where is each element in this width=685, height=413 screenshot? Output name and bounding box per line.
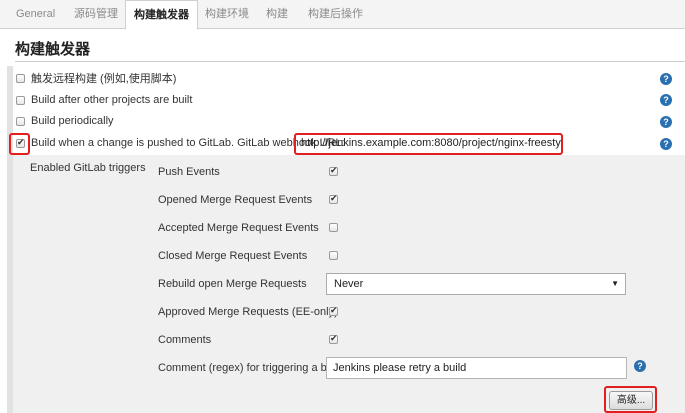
- trigger-periodic-label: Build periodically: [31, 115, 114, 127]
- section-divider: [15, 61, 685, 62]
- closed-mr-checkbox[interactable]: [329, 251, 338, 260]
- enabled-gitlab-triggers-label: Enabled GitLab triggers: [30, 162, 146, 174]
- help-icon[interactable]: ?: [660, 94, 672, 106]
- comments-label: Comments: [158, 334, 212, 346]
- accepted-mr-label: Accepted Merge Request Events: [158, 222, 319, 234]
- rebuild-open-mr-value: Never: [334, 278, 364, 290]
- tab-build-environment[interactable]: 构建环境: [197, 0, 257, 29]
- section-title: 构建触发器: [15, 41, 91, 58]
- trigger-remote-row: 触发远程构建 (例如,使用脚本): [16, 68, 176, 88]
- opened-mr-label: Opened Merge Request Events: [158, 194, 313, 206]
- comment-regex-input[interactable]: Jenkins please retry a build: [326, 357, 627, 379]
- help-icon[interactable]: ?: [660, 138, 672, 150]
- closed-mr-label: Closed Merge Request Events: [158, 250, 308, 262]
- help-icon[interactable]: ?: [634, 360, 646, 372]
- push-events-checkbox[interactable]: [329, 165, 338, 176]
- advanced-button[interactable]: 高级...: [609, 391, 653, 410]
- push-events-label: Push Events: [158, 166, 220, 178]
- trigger-remote-label: 触发远程构建 (例如,使用脚本): [31, 73, 177, 85]
- comment-regex-label: Comment (regex) for triggering a build: [158, 362, 344, 374]
- comments-checkbox[interactable]: [329, 333, 338, 344]
- trigger-periodic-row: Build periodically: [16, 111, 114, 131]
- help-icon[interactable]: ?: [660, 116, 672, 128]
- tab-build[interactable]: 构建: [258, 0, 296, 29]
- webhook-url-text: http://jenkins.example.com:8080/project/…: [301, 137, 562, 149]
- rebuild-open-mr-select[interactable]: Never ▼: [326, 273, 626, 295]
- trigger-gitlab-checkbox[interactable]: [16, 137, 25, 148]
- trigger-periodic-checkbox[interactable]: [16, 116, 25, 126]
- tab-post-build[interactable]: 构建后操作: [300, 0, 371, 29]
- accepted-mr-checkbox[interactable]: [329, 223, 338, 232]
- rebuild-open-mr-label: Rebuild open Merge Requests: [158, 278, 307, 290]
- chevron-down-icon: ▼: [611, 279, 619, 288]
- opened-mr-checkbox[interactable]: [329, 193, 338, 204]
- help-icon[interactable]: ?: [660, 73, 672, 85]
- trigger-after-other-row: Build after other projects are built: [16, 90, 192, 110]
- approved-mr-label: Approved Merge Requests (EE-only): [158, 306, 338, 318]
- trigger-remote-checkbox[interactable]: [16, 73, 25, 83]
- approved-mr-checkbox[interactable]: [329, 305, 338, 316]
- tab-build-triggers[interactable]: 构建触发器: [125, 0, 198, 30]
- tab-general[interactable]: General: [8, 0, 63, 29]
- trigger-after-other-label: Build after other projects are built: [31, 94, 193, 106]
- tab-source-management[interactable]: 源码管理: [66, 0, 126, 29]
- config-tab-bar: General 源码管理 构建触发器 构建环境 构建 构建后操作: [0, 0, 685, 30]
- trigger-after-other-checkbox[interactable]: [16, 95, 25, 105]
